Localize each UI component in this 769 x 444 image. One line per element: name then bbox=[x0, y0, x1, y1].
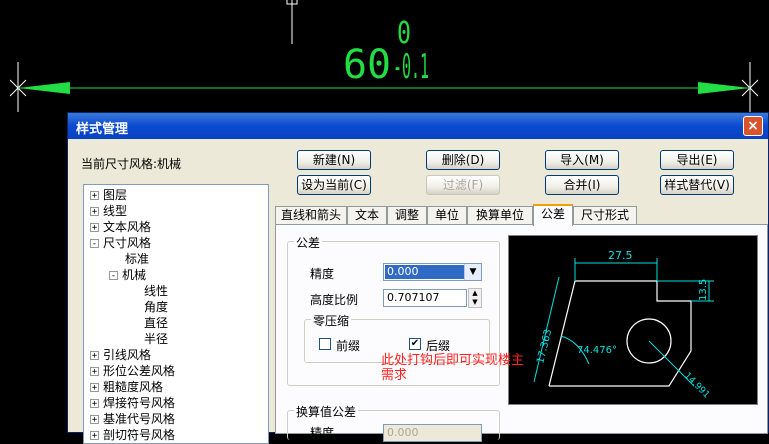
annotation-note: 此处打钩后即可实现楼主需求 bbox=[381, 353, 525, 383]
style-override-button[interactable]: 样式替代(V) bbox=[660, 175, 734, 195]
tree-item-label: 图层 bbox=[103, 188, 128, 202]
tolerance-lower-text: -0.1 bbox=[393, 47, 429, 87]
expand-icon[interactable]: + bbox=[90, 351, 99, 361]
dimension-arrow-right bbox=[698, 82, 750, 94]
alt-precision-select[interactable]: 0.000 bbox=[383, 424, 482, 442]
preview-drawing: 27.5 13.5 17.363 74.476° 14.991 bbox=[533, 249, 714, 400]
height-ratio-input[interactable]: 0.707107 bbox=[383, 289, 467, 307]
tree-item-label: 引线风格 bbox=[103, 348, 152, 362]
tree-item-label: 线性 bbox=[144, 284, 169, 298]
tab-text[interactable]: 文本 bbox=[347, 206, 387, 225]
precision-label: 精度 bbox=[310, 267, 335, 281]
tree-item-label: 标准 bbox=[125, 252, 150, 266]
leading-checkbox[interactable] bbox=[319, 338, 331, 350]
cad-drawing-area: 60 0 -0.1 bbox=[9, 0, 759, 112]
tree-item-label: 线型 bbox=[103, 204, 128, 218]
tab-dimension-format[interactable]: 尺寸形式 bbox=[573, 206, 637, 225]
preview-dim-top: 27.5 bbox=[608, 249, 633, 262]
height-ratio-label: 高度比例 bbox=[310, 293, 359, 307]
tree-item[interactable]: 线性 bbox=[144, 282, 168, 298]
set-current-button[interactable]: 设为当前(C) bbox=[297, 175, 371, 195]
tree-item[interactable]: - 尺寸风格 bbox=[90, 234, 151, 250]
expand-icon[interactable]: + bbox=[90, 415, 99, 425]
merge-button[interactable]: 合并(I) bbox=[545, 175, 619, 195]
tree-item[interactable]: + 基准代号风格 bbox=[90, 410, 175, 426]
preview-pane: 27.5 13.5 17.363 74.476° 14.991 bbox=[508, 235, 758, 405]
tree-item[interactable]: + 形位公差风格 bbox=[90, 362, 175, 378]
tree-item[interactable]: 直径 bbox=[144, 314, 168, 330]
tab-units[interactable]: 单位 bbox=[427, 206, 467, 225]
tab-lines-arrows[interactable]: 直线和箭头 bbox=[275, 206, 347, 225]
precision-select-value: 0.000 bbox=[385, 265, 465, 279]
tree-item-label: 剖切符号风格 bbox=[103, 428, 176, 442]
expand-icon[interactable]: + bbox=[90, 383, 99, 393]
dimension-arrow-left bbox=[18, 82, 70, 94]
dialog-title: 样式管理 bbox=[76, 122, 129, 137]
tree-item-label: 半径 bbox=[144, 332, 169, 346]
tree-item-label: 焊接符号风格 bbox=[103, 396, 176, 410]
tree-item[interactable]: 角度 bbox=[144, 298, 168, 314]
preview-dim-left: 17.363 bbox=[535, 328, 554, 365]
preview-dim-right: 13.5 bbox=[698, 279, 709, 301]
tree-item[interactable]: + 剖切符号风格 bbox=[90, 426, 175, 442]
trailing-checkbox[interactable]: ✔ bbox=[409, 338, 421, 350]
style-tree[interactable]: + 图层 + 线型 + 文本风格 - 尺寸风格 标准 - 机械 线性 角度 直径 半径 +… bbox=[83, 184, 269, 444]
import-button[interactable]: 导入(M) bbox=[545, 150, 619, 170]
tree-item-label: 文本风格 bbox=[103, 220, 152, 234]
tab-fit[interactable]: 调整 bbox=[387, 206, 427, 225]
expand-icon[interactable]: + bbox=[90, 223, 99, 233]
new-button[interactable]: 新建(N) bbox=[297, 150, 371, 170]
dimension-value-text: 60 bbox=[343, 42, 391, 88]
tree-item-label: 基准代号风格 bbox=[103, 412, 176, 426]
tree-item[interactable]: + 引线风格 bbox=[90, 346, 151, 362]
precision-select[interactable]: 0.000 ▼ bbox=[383, 263, 482, 281]
tree-item-label: 角度 bbox=[144, 300, 169, 314]
trailing-label: 后缀 bbox=[426, 339, 451, 353]
tree-item[interactable]: - 机械 bbox=[109, 266, 146, 282]
expand-icon[interactable]: + bbox=[90, 191, 99, 201]
expand-icon[interactable]: + bbox=[90, 431, 99, 441]
tree-item-label: 形位公差风格 bbox=[103, 364, 176, 378]
dialog-titlebar[interactable]: 样式管理 × bbox=[68, 113, 768, 139]
tree-item[interactable]: + 线型 bbox=[90, 202, 127, 218]
export-button[interactable]: 导出(E) bbox=[660, 150, 734, 170]
tab-tolerance[interactable]: 公差 bbox=[533, 204, 573, 226]
tree-item-label: 尺寸风格 bbox=[103, 236, 152, 250]
preview-dim-radius: 14.991 bbox=[682, 371, 711, 400]
collapse-icon[interactable]: - bbox=[90, 239, 99, 249]
tree-item-label: 粗糙度风格 bbox=[103, 380, 164, 394]
chevron-down-icon[interactable]: ▼ bbox=[464, 264, 481, 280]
tree-item[interactable]: + 文本风格 bbox=[90, 218, 151, 234]
close-icon[interactable]: × bbox=[743, 116, 763, 136]
preview-dim-angle: 74.476° bbox=[577, 345, 617, 356]
expand-icon[interactable]: + bbox=[90, 207, 99, 217]
tree-item[interactable]: + 粗糙度风格 bbox=[90, 378, 163, 394]
filter-button[interactable]: 过滤(F) bbox=[426, 175, 500, 195]
tolerance-upper-text: 0 bbox=[397, 16, 411, 51]
alt-tolerance-title: 换算值公差 bbox=[294, 403, 359, 420]
current-style-label: 当前尺寸风格:机械 bbox=[81, 157, 182, 171]
leading-label: 前缀 bbox=[336, 339, 361, 353]
tree-item-label: 机械 bbox=[122, 268, 147, 282]
tree-item-label: 直径 bbox=[144, 316, 169, 330]
height-ratio-spinner[interactable]: ▲ ▼ bbox=[468, 288, 482, 308]
tree-item[interactable]: + 图层 bbox=[90, 186, 127, 202]
style-manager-dialog: 样式管理 × 当前尺寸风格:机械 新建(N) 删除(D) 导入(M) 导出(E)… bbox=[67, 112, 769, 444]
tab-alt-units[interactable]: 换算单位 bbox=[467, 206, 533, 225]
tree-item[interactable]: 半径 bbox=[144, 330, 168, 346]
delete-button[interactable]: 删除(D) bbox=[426, 150, 500, 170]
collapse-icon[interactable]: - bbox=[109, 271, 118, 281]
zero-suppression-title: 零压缩 bbox=[311, 312, 352, 329]
tolerance-group-title: 公差 bbox=[294, 234, 323, 251]
tree-item[interactable]: 标准 bbox=[125, 250, 149, 266]
tree-item[interactable]: + 焊接符号风格 bbox=[90, 394, 175, 410]
expand-icon[interactable]: + bbox=[90, 399, 99, 409]
expand-icon[interactable]: + bbox=[90, 367, 99, 377]
